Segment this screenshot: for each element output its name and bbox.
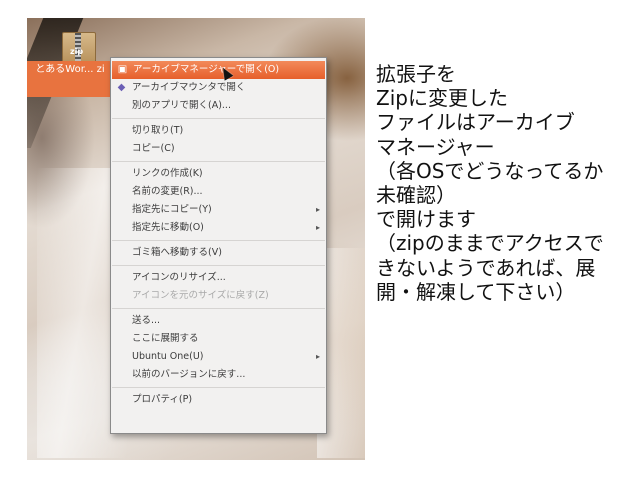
menu-item-label: 切り取り(T) xyxy=(132,125,184,136)
menu-separator xyxy=(112,387,325,388)
note-line: 未確認） xyxy=(376,183,456,208)
menu-item[interactable]: ここに展開する xyxy=(111,330,326,348)
menu-item-label: コピー(C) xyxy=(132,143,175,154)
menu-item[interactable]: アイコンのリサイズ... xyxy=(111,269,326,287)
menu-item-label: 名前の変更(R)... xyxy=(132,186,203,197)
menu-separator xyxy=(112,308,325,309)
menu-item[interactable]: 指定先にコピー(Y) ▸ xyxy=(111,201,326,219)
menu-item-label: 以前のバージョンに戻す... xyxy=(132,369,246,380)
slide: zip とあるWor... zi ▣ アーカイブマネージャーで開く(O) ◆ アーカイ… xyxy=(0,0,638,479)
submenu-arrow-icon: ▸ xyxy=(315,223,320,232)
note-line: 拡張子を xyxy=(376,62,456,86)
menu-item-label: ゴミ箱へ移動する(V) xyxy=(132,247,222,258)
menu-item: アイコンを元のサイズに戻す(Z) xyxy=(111,287,326,305)
note-line: きないようであれば、展 xyxy=(376,255,596,280)
note-line: ファイルはアーカイブ xyxy=(376,110,575,135)
archive-manager-icon: ▣ xyxy=(117,64,128,75)
menu-item[interactable]: 送る... xyxy=(111,312,326,330)
menu-item-label: リンクの作成(K) xyxy=(132,168,203,179)
menu-separator xyxy=(112,240,325,241)
menu-item[interactable]: ◆ アーカイブマウンタで開く xyxy=(111,79,326,97)
menu-item-label: 送る... xyxy=(132,315,161,326)
zip-file-tag: zip xyxy=(70,47,84,56)
context-menu: ▣ アーカイブマネージャーで開く(O) ◆ アーカイブマウンタで開く 別のアプリで開く(… xyxy=(110,57,327,434)
menu-item-label: 指定先に移動(O) xyxy=(132,222,204,233)
menu-item[interactable]: 指定先に移動(O) ▸ xyxy=(111,219,326,237)
archive-mounter-icon: ◆ xyxy=(117,82,126,93)
menu-item-label: プロパティ(P) xyxy=(132,394,193,405)
menu-item-label: アイコンを元のサイズに戻す(Z) xyxy=(132,290,269,301)
menu-separator xyxy=(112,161,325,162)
note-line: 開・解凍して下さい） xyxy=(376,279,576,304)
note-line: （各OSでどうなってるか xyxy=(376,158,604,183)
menu-item[interactable]: Ubuntu One(U) ▸ xyxy=(111,348,326,366)
menu-item[interactable]: 別のアプリで開く(A)... xyxy=(111,97,326,115)
submenu-arrow-icon: ▸ xyxy=(315,352,320,361)
menu-item-label: アイコンのリサイズ... xyxy=(132,272,226,283)
note-line: （zipのままでアクセスで xyxy=(376,231,604,256)
menu-separator xyxy=(112,265,325,266)
menu-item[interactable]: コピー(C) xyxy=(111,140,326,158)
menu-item[interactable]: 切り取り(T) xyxy=(111,122,326,140)
menu-item-label: アーカイブマネージャーで開く(O) xyxy=(133,64,280,75)
menu-item-label: Ubuntu One(U) xyxy=(132,351,204,362)
menu-item-label: 別のアプリで開く(A)... xyxy=(132,100,231,111)
note-line: マネージャー xyxy=(376,134,495,159)
note-line: Zipに変更した xyxy=(376,86,508,111)
menu-item-label: ここに展開する xyxy=(132,333,199,344)
menu-item-label: アーカイブマウンタで開く xyxy=(132,82,246,93)
menu-item[interactable]: 以前のバージョンに戻す... xyxy=(111,366,326,384)
menu-item[interactable]: 名前の変更(R)... xyxy=(111,183,326,201)
menu-item-label: 指定先にコピー(Y) xyxy=(132,204,212,215)
menu-item[interactable]: ゴミ箱へ移動する(V) xyxy=(111,244,326,262)
menu-item[interactable]: プロパティ(P) xyxy=(111,391,326,409)
note-line: で開けます xyxy=(376,207,476,232)
submenu-arrow-icon: ▸ xyxy=(315,205,320,214)
menu-separator xyxy=(112,118,325,119)
menu-item[interactable]: リンクの作成(K) xyxy=(111,165,326,183)
file-name-label[interactable]: とあるWor... zi xyxy=(27,61,113,97)
slide-note: 拡張子を Zipに変更した ファイルはアーカイブ マネージャー （各OSでどうなってるか… xyxy=(376,62,631,304)
